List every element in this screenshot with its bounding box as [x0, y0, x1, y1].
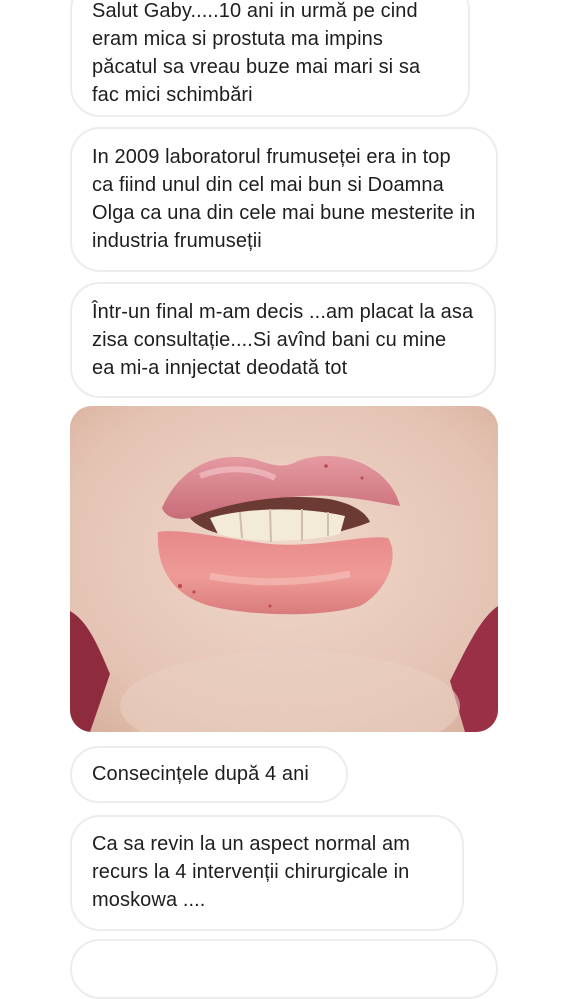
message-bubble[interactable]	[70, 939, 498, 999]
message-bubble[interactable]: In 2009 laboratorul frumuseței era in to…	[70, 127, 498, 272]
message-bubble[interactable]: Salut Gaby.....10 ani in urmă pe cind er…	[70, 0, 470, 117]
lips-photo	[70, 406, 498, 732]
message-bubble[interactable]: Consecințele după 4 ani	[70, 746, 348, 803]
message-bubble[interactable]: Ca sa revin la un aspect normal am recur…	[70, 815, 464, 931]
message-thread[interactable]: Salut Gaby.....10 ani in urmă pe cind er…	[0, 0, 566, 999]
message-text: Consecințele după 4 ani	[92, 763, 309, 785]
message-photo[interactable]	[70, 406, 498, 732]
message-bubble[interactable]: Într-un final m-am decis ...am placat la…	[70, 282, 496, 398]
message-text: Salut Gaby.....10 ani in urmă pe cind er…	[92, 0, 421, 106]
message-text: In 2009 laboratorul frumuseței era in to…	[92, 146, 476, 252]
message-text: Într-un final m-am decis ...am placat la…	[92, 301, 474, 379]
message-text: Ca sa revin la un aspect normal am recur…	[92, 833, 410, 911]
